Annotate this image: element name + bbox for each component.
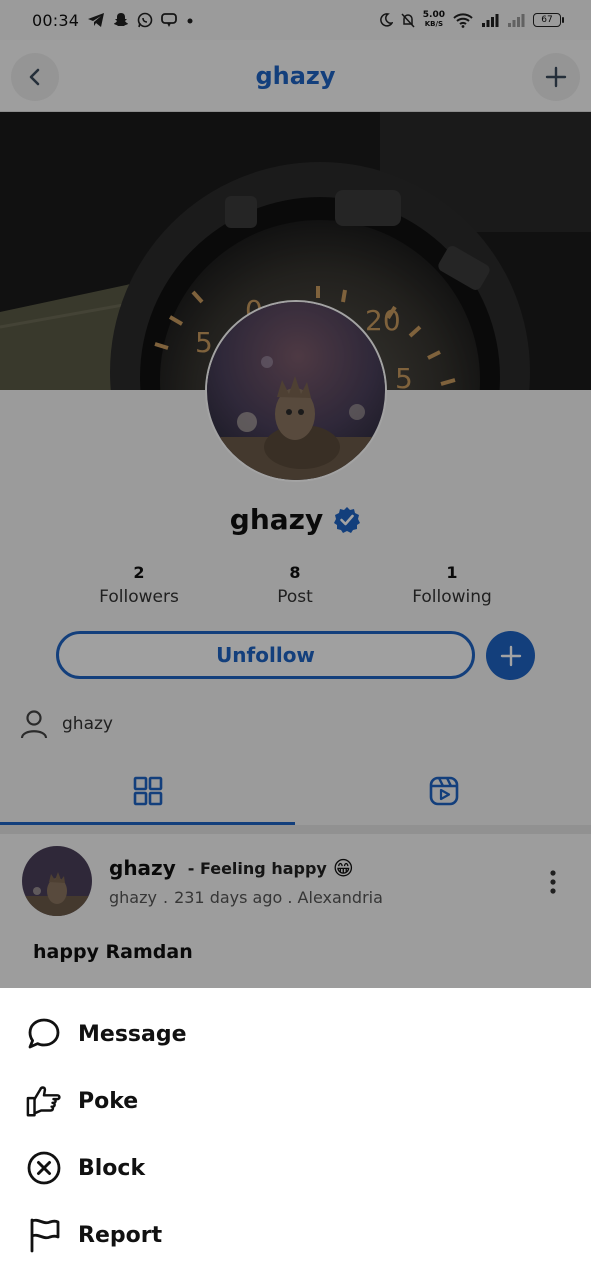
block-circle-icon: [26, 1150, 62, 1186]
modal-backdrop[interactable]: [0, 0, 591, 988]
sheet-item-label: Block: [78, 1155, 146, 1181]
chat-bubble-icon: [26, 1016, 62, 1052]
sheet-item-label: Poke: [78, 1088, 139, 1114]
sheet-item-block[interactable]: Block: [0, 1138, 591, 1198]
flag-icon: [26, 1217, 62, 1253]
poke-hand-icon: [26, 1083, 62, 1119]
sheet-item-report[interactable]: Report: [0, 1205, 591, 1265]
action-sheet: Message Poke Block Report: [0, 988, 591, 1280]
sheet-item-poke[interactable]: Poke: [0, 1071, 591, 1131]
sheet-item-label: Message: [78, 1021, 187, 1047]
sheet-item-label: Report: [78, 1222, 163, 1248]
sheet-item-message[interactable]: Message: [0, 1004, 591, 1064]
